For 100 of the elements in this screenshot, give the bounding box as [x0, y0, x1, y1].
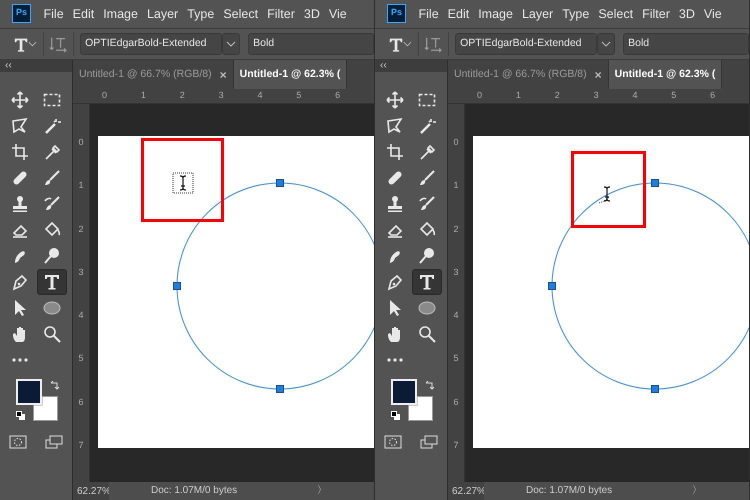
lasso-icon [11, 116, 29, 135]
ruler-number: 6 [453, 396, 458, 409]
menu-item[interactable]: Filter [262, 4, 300, 24]
menu-item[interactable]: Edit [443, 4, 474, 24]
swap-colors-icon[interactable] [425, 380, 435, 391]
ruler-number: 1 [516, 88, 522, 102]
ruler-number: 7 [78, 438, 84, 452]
quick-mask-icon[interactable] [384, 434, 402, 449]
ruler-number: 3 [594, 88, 600, 102]
menu-item[interactable]: File [39, 4, 68, 24]
caret-icon[interactable] [28, 40, 37, 47]
document-size: Doc: 1.07M/0 bytes [526, 484, 612, 498]
status-menu-arrow[interactable]: 〉 [612, 482, 702, 500]
anchor-point[interactable] [651, 179, 659, 188]
menu-item[interactable]: Image [474, 4, 518, 24]
anchor-point[interactable] [651, 385, 659, 394]
screen-mode-icon[interactable] [420, 434, 438, 449]
ruler-number: 0 [453, 136, 458, 150]
menu-item[interactable]: 3D [674, 4, 700, 24]
eyedropper-icon [418, 142, 436, 161]
magic-wand-icon [418, 116, 436, 135]
dropdown-button[interactable] [222, 32, 240, 55]
crop-icon [386, 142, 404, 161]
foreground-color-swatch[interactable] [391, 378, 417, 405]
caret-icon[interactable] [402, 40, 412, 47]
ruler-number: 4 [453, 309, 458, 322]
ruler-number: 4 [632, 88, 638, 102]
menu-item[interactable]: File [414, 4, 444, 24]
ruler-number: 2 [78, 222, 84, 236]
dropdown-button[interactable] [597, 32, 616, 55]
tool-button[interactable] [37, 268, 67, 295]
ruler-number: 5 [296, 88, 302, 102]
menu-item[interactable]: Vie [699, 4, 726, 24]
default-colors-icon[interactable] [391, 410, 400, 420]
ellipse-icon [43, 298, 61, 317]
font-style-field[interactable]: Bold [248, 32, 374, 55]
pen-icon [386, 272, 404, 291]
ruler-number: 2 [180, 88, 186, 102]
menu-item[interactable]: Filter [638, 4, 674, 24]
font-family-field[interactable]: OPTIEdgarBold-Extended [455, 32, 598, 55]
ruler-number: 4 [257, 88, 264, 102]
collapse-button[interactable]: ‹‹ [0, 60, 72, 72]
font-style-field[interactable]: Bold [623, 32, 749, 55]
paint-bucket-icon [418, 220, 436, 239]
type-tool-icon[interactable] [13, 36, 28, 52]
zoom-icon [418, 324, 436, 343]
ruler-number: 5 [671, 88, 678, 102]
menu-item[interactable]: Type [558, 4, 594, 24]
collapse-button[interactable]: ‹‹ [375, 60, 447, 72]
ruler-number: 0 [102, 88, 108, 102]
ruler-number: 0 [78, 136, 84, 150]
menu-item[interactable]: Image [98, 4, 142, 24]
menu-item[interactable]: Vie [324, 4, 352, 24]
anchor-point[interactable] [548, 282, 556, 290]
tab-label[interactable]: Untitled-1 @ 66.7% (RGB/8) [79, 67, 212, 83]
document-tab[interactable]: Untitled-1 @ 62.3% ( [234, 60, 348, 89]
brush-icon [418, 168, 436, 187]
zoom-icon [43, 324, 61, 343]
crop-icon [11, 142, 29, 161]
history-brush-icon [418, 194, 436, 213]
marquee-icon [43, 90, 61, 109]
foreground-color-swatch[interactable] [16, 378, 42, 405]
anchor-point[interactable] [173, 282, 181, 290]
menu-item[interactable]: 3D [299, 4, 324, 24]
menu-item[interactable]: Layer [517, 4, 558, 24]
anchor-point[interactable] [276, 179, 284, 188]
anchor-point[interactable] [276, 385, 284, 394]
stamp-icon [11, 194, 29, 213]
font-family-field[interactable]: OPTIEdgarBold-Extended [80, 32, 222, 55]
document-tab[interactable]: Untitled-1 @ 62.3% ( [608, 60, 722, 89]
type-tool-icon [418, 272, 436, 291]
zoom-level[interactable]: 62.27% [73, 484, 109, 498]
quick-mask-icon[interactable] [9, 434, 27, 449]
close-button[interactable]: × [220, 66, 227, 84]
type-tool-icon[interactable] [388, 36, 403, 52]
menu-item[interactable]: Edit [68, 4, 99, 24]
stamp-icon [386, 194, 404, 213]
menu-item[interactable]: Type [182, 4, 219, 24]
zoom-level[interactable]: 62.27% [448, 484, 484, 498]
marquee-icon [418, 90, 436, 109]
history-brush-icon [43, 194, 61, 213]
menu-item[interactable]: Select [218, 4, 263, 24]
eyedropper-icon [43, 142, 61, 161]
status-menu-arrow[interactable]: 〉 [237, 482, 328, 500]
ruler-number: 2 [453, 222, 458, 236]
ruler-number: 1 [140, 88, 147, 102]
ruler-number: 5 [453, 352, 458, 366]
close-button[interactable]: × [594, 66, 602, 84]
move-icon [386, 90, 404, 109]
screen-mode-icon[interactable] [45, 434, 63, 449]
ruler-number: 5 [78, 352, 84, 366]
default-colors-icon[interactable] [16, 410, 25, 420]
brush-icon [43, 168, 61, 187]
ruler-number: 3 [78, 266, 84, 279]
menu-item[interactable]: Layer [142, 4, 183, 24]
swap-colors-icon[interactable] [50, 380, 60, 391]
menu-item[interactable]: Select [594, 4, 638, 24]
tab-label[interactable]: Untitled-1 @ 66.7% (RGB/8) [454, 67, 587, 83]
tool-button[interactable] [412, 268, 442, 295]
ruler-number: 0 [477, 88, 484, 102]
